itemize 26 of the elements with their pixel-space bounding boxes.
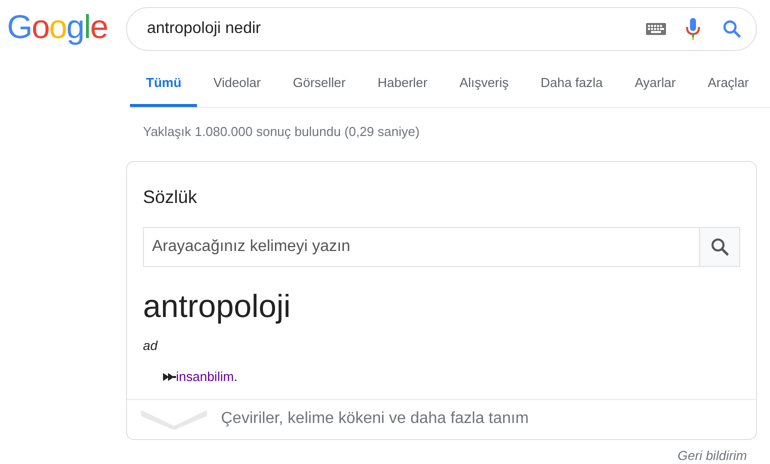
keyboard-icon[interactable] bbox=[646, 23, 666, 35]
search-tab[interactable]: Ayarlar bbox=[618, 58, 692, 107]
search-field[interactable]: antropoloji nedir bbox=[126, 7, 757, 51]
search-tab[interactable]: Daha fazla bbox=[524, 58, 619, 107]
more-definitions-bar[interactable]: Çeviriler, kelime kökeni ve daha fazla tanım bbox=[127, 398, 756, 438]
result-stats: Yaklaşık 1.080.000 sonuç bulundu (0,29 saniye) bbox=[143, 123, 421, 141]
part-of-speech: ad bbox=[143, 336, 159, 354]
definition-link[interactable]: insanbilim bbox=[176, 367, 234, 386]
more-definitions-text: Çeviriler, kelime kökeni ve daha fazla tanım bbox=[221, 409, 529, 429]
search-tab[interactable]: Araçlar bbox=[692, 58, 765, 107]
google-logo[interactable]: Google bbox=[7, 6, 108, 48]
headword: antropoloji bbox=[143, 286, 292, 326]
search-icon[interactable] bbox=[722, 19, 742, 39]
search-tab[interactable]: Tümü bbox=[130, 58, 198, 107]
search-tab[interactable]: Alışveriş bbox=[443, 58, 525, 107]
word-search-button[interactable] bbox=[699, 228, 739, 266]
definition-period: . bbox=[234, 368, 238, 386]
microphone-icon[interactable] bbox=[686, 18, 700, 40]
feedback-link[interactable]: Geri bildirim bbox=[678, 446, 747, 464]
search-tab[interactable]: Görseller bbox=[276, 58, 362, 107]
search-query: antropoloji nedir bbox=[147, 19, 262, 39]
double-arrow-icon bbox=[163, 372, 176, 381]
card-title: Sözlük bbox=[143, 186, 198, 208]
search-icon bbox=[710, 236, 730, 256]
search-tab[interactable]: Videolar bbox=[197, 58, 277, 107]
search-tab[interactable]: Haberler bbox=[362, 58, 444, 107]
